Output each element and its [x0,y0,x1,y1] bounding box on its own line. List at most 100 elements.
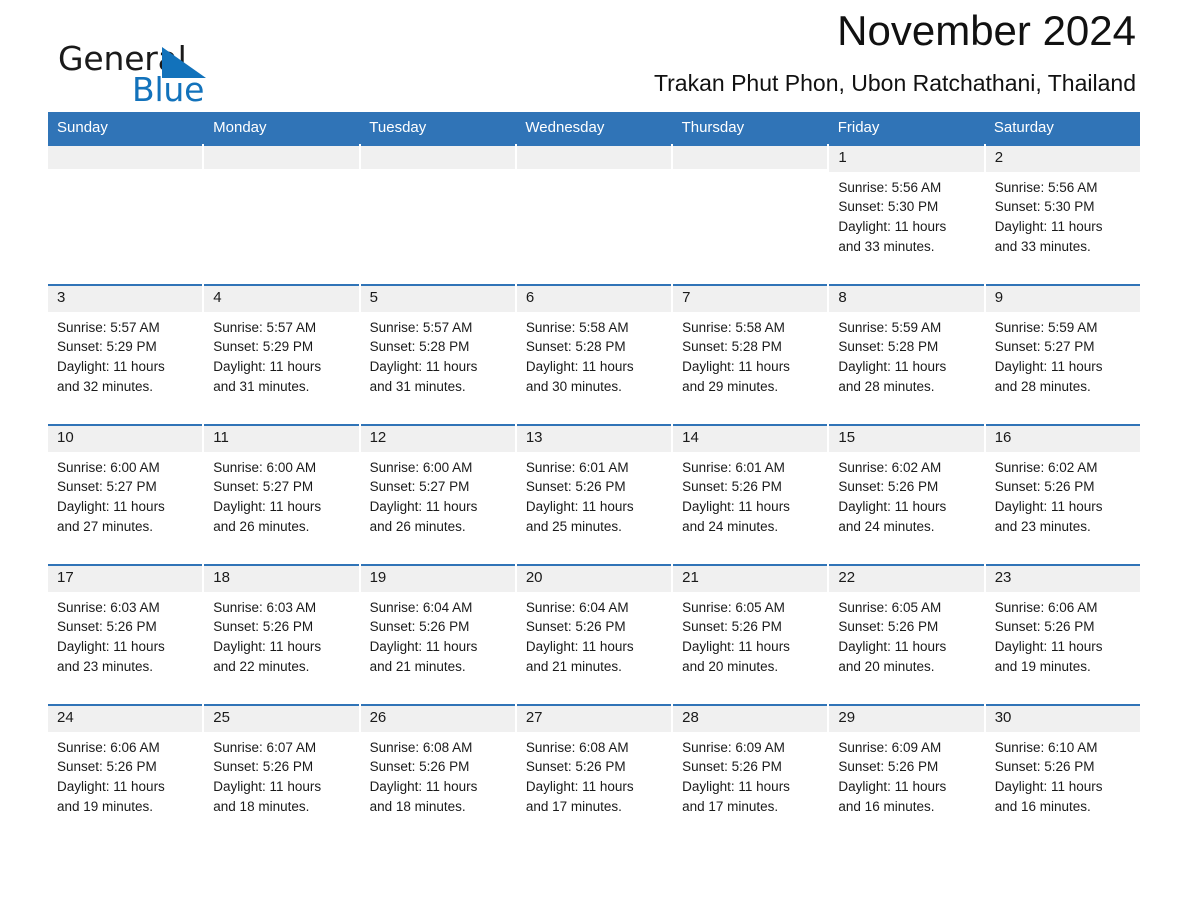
day-number: 28 [673,706,828,732]
sunset-text: Sunset: 5:27 PM [369,479,470,495]
day-cell[interactable]: 27 Sunrise: 6:08 AM Sunset: 5:26 PM Dayl… [516,704,672,835]
day-cell[interactable]: 19 Sunrise: 6:04 AM Sunset: 5:26 PM Dayl… [360,564,515,695]
day-number: 26 [360,706,515,732]
sunrise-text: Sunrise: 6:03 AM [57,599,160,615]
day-cell[interactable]: 24 Sunrise: 6:06 AM Sunset: 5:26 PM Dayl… [48,704,203,835]
day-cell[interactable]: 10 Sunrise: 6:00 AM Sunset: 5:27 PM Dayl… [48,424,203,555]
day-number: 17 [48,566,203,592]
day-cell[interactable] [516,144,672,275]
day-number: 22 [829,566,984,592]
sunset-text: Sunset: 5:27 PM [994,339,1095,355]
day-cell[interactable]: 21 Sunrise: 6:05 AM Sunset: 5:26 PM Dayl… [673,564,828,695]
sunset-text: Sunset: 5:28 PM [838,339,939,355]
weekday-header-wednesday: Wednesday [516,112,673,144]
day-number [48,146,203,169]
daylight-text-line1: Daylight: 11 hours [369,358,478,374]
daylight-text-line2: and 22 minutes. [213,658,310,674]
weekday-header-saturday: Saturday [984,112,1140,144]
sunrise-text: Sunrise: 5:59 AM [838,319,942,335]
day-cell[interactable]: 28 Sunrise: 6:09 AM Sunset: 5:26 PM Dayl… [673,704,828,835]
daylight-text-line2: and 31 minutes. [213,378,310,394]
daylight-text-line1: Daylight: 11 hours [369,498,478,514]
day-number: 19 [360,566,515,592]
day-cell[interactable] [48,144,203,275]
daylight-text-line1: Daylight: 11 hours [994,778,1103,794]
day-details: Sunrise: 6:03 AM Sunset: 5:26 PM Dayligh… [204,592,358,687]
day-cell[interactable]: 4 Sunrise: 5:57 AM Sunset: 5:29 PM Dayli… [204,284,359,415]
day-number: 29 [829,706,984,732]
week-row: 17 Sunrise: 6:03 AM Sunset: 5:26 PM Dayl… [48,564,1140,695]
day-cell[interactable]: 5 Sunrise: 5:57 AM Sunset: 5:28 PM Dayli… [360,284,515,415]
day-cell[interactable]: 14 Sunrise: 6:01 AM Sunset: 5:26 PM Dayl… [673,424,828,555]
daylight-text-line2: and 21 minutes. [369,658,466,674]
daylight-text-line2: and 24 minutes. [682,518,779,534]
day-cell[interactable] [204,144,359,275]
day-number: 25 [204,706,359,732]
day-cell[interactable]: 6 Sunrise: 5:58 AM Sunset: 5:28 PM Dayli… [516,284,672,415]
day-cell[interactable]: 3 Sunrise: 5:57 AM Sunset: 5:29 PM Dayli… [48,284,203,415]
day-number: 4 [204,286,359,312]
daylight-text-line2: and 16 minutes. [994,798,1091,814]
day-number: 6 [516,286,672,312]
day-cell[interactable]: 26 Sunrise: 6:08 AM Sunset: 5:26 PM Dayl… [360,704,515,835]
day-cell[interactable]: 25 Sunrise: 6:07 AM Sunset: 5:26 PM Dayl… [204,704,359,835]
sunrise-text: Sunrise: 6:09 AM [682,739,785,755]
daylight-text-line2: and 31 minutes. [369,378,466,394]
day-number: 12 [360,426,515,452]
daylight-text-line2: and 26 minutes. [213,518,310,534]
day-cell[interactable]: 7 Sunrise: 5:58 AM Sunset: 5:28 PM Dayli… [673,284,828,415]
daylight-text-line2: and 27 minutes. [57,518,154,534]
day-number: 20 [516,566,672,592]
sunset-text: Sunset: 5:26 PM [682,619,782,635]
day-cell[interactable]: 1 Sunrise: 5:56 AM Sunset: 5:30 PM Dayli… [829,144,984,275]
day-number: 11 [204,426,359,452]
day-cell[interactable]: 2 Sunrise: 5:56 AM Sunset: 5:30 PM Dayli… [985,144,1140,275]
daylight-text-line1: Daylight: 11 hours [838,498,947,514]
day-cell[interactable]: 11 Sunrise: 6:00 AM Sunset: 5:27 PM Dayl… [204,424,359,555]
daylight-text-line2: and 16 minutes. [838,798,935,814]
day-cell[interactable]: 13 Sunrise: 6:01 AM Sunset: 5:26 PM Dayl… [516,424,672,555]
daylight-text-line1: Daylight: 11 hours [57,498,165,514]
day-cell[interactable]: 20 Sunrise: 6:04 AM Sunset: 5:26 PM Dayl… [516,564,672,695]
week-row: 1 Sunrise: 5:56 AM Sunset: 5:30 PM Dayli… [48,144,1140,275]
daylight-text-line1: Daylight: 11 hours [682,638,790,654]
day-number: 27 [516,706,672,732]
day-details: Sunrise: 6:02 AM Sunset: 5:26 PM Dayligh… [986,452,1140,547]
day-number: 24 [48,706,203,732]
sunrise-text: Sunrise: 5:59 AM [994,319,1098,335]
sunset-text: Sunset: 5:26 PM [213,759,314,775]
sunrise-text: Sunrise: 6:01 AM [682,459,785,475]
generalblue-logo[interactable]: General Blue [58,42,258,112]
day-details: Sunrise: 6:09 AM Sunset: 5:26 PM Dayligh… [829,732,983,827]
day-cell[interactable] [673,144,828,275]
sunset-text: Sunset: 5:26 PM [994,759,1095,775]
daylight-text-line1: Daylight: 11 hours [682,498,790,514]
day-number: 3 [48,286,203,312]
day-number: 2 [985,146,1140,172]
sunrise-text: Sunrise: 5:58 AM [682,319,785,335]
day-cell[interactable]: 18 Sunrise: 6:03 AM Sunset: 5:26 PM Dayl… [204,564,359,695]
sunrise-text: Sunrise: 6:08 AM [525,739,629,755]
day-cell[interactable]: 17 Sunrise: 6:03 AM Sunset: 5:26 PM Dayl… [48,564,203,695]
day-cell[interactable]: 12 Sunrise: 6:00 AM Sunset: 5:27 PM Dayl… [360,424,515,555]
daylight-text-line2: and 23 minutes. [994,518,1091,534]
sunset-text: Sunset: 5:28 PM [369,339,470,355]
day-number: 9 [985,286,1140,312]
weekday-header-monday: Monday [204,112,361,144]
daylight-text-line2: and 17 minutes. [525,798,622,814]
day-cell[interactable]: 8 Sunrise: 5:59 AM Sunset: 5:28 PM Dayli… [829,284,984,415]
sunrise-text: Sunrise: 6:00 AM [369,459,473,475]
day-cell[interactable]: 9 Sunrise: 5:59 AM Sunset: 5:27 PM Dayli… [985,284,1140,415]
day-cell[interactable]: 23 Sunrise: 6:06 AM Sunset: 5:26 PM Dayl… [985,564,1140,695]
day-cell[interactable] [360,144,515,275]
day-details: Sunrise: 6:01 AM Sunset: 5:26 PM Dayligh… [517,452,671,547]
day-cell[interactable]: 29 Sunrise: 6:09 AM Sunset: 5:26 PM Dayl… [829,704,984,835]
day-number: 30 [985,706,1140,732]
day-details: Sunrise: 6:10 AM Sunset: 5:26 PM Dayligh… [986,732,1140,827]
day-cell[interactable]: 16 Sunrise: 6:02 AM Sunset: 5:26 PM Dayl… [985,424,1140,555]
day-cell[interactable]: 15 Sunrise: 6:02 AM Sunset: 5:26 PM Dayl… [829,424,984,555]
daylight-text-line1: Daylight: 11 hours [994,218,1103,234]
day-cell[interactable]: 30 Sunrise: 6:10 AM Sunset: 5:26 PM Dayl… [985,704,1140,835]
day-details: Sunrise: 5:58 AM Sunset: 5:28 PM Dayligh… [673,312,827,407]
day-cell[interactable]: 22 Sunrise: 6:05 AM Sunset: 5:26 PM Dayl… [829,564,984,695]
